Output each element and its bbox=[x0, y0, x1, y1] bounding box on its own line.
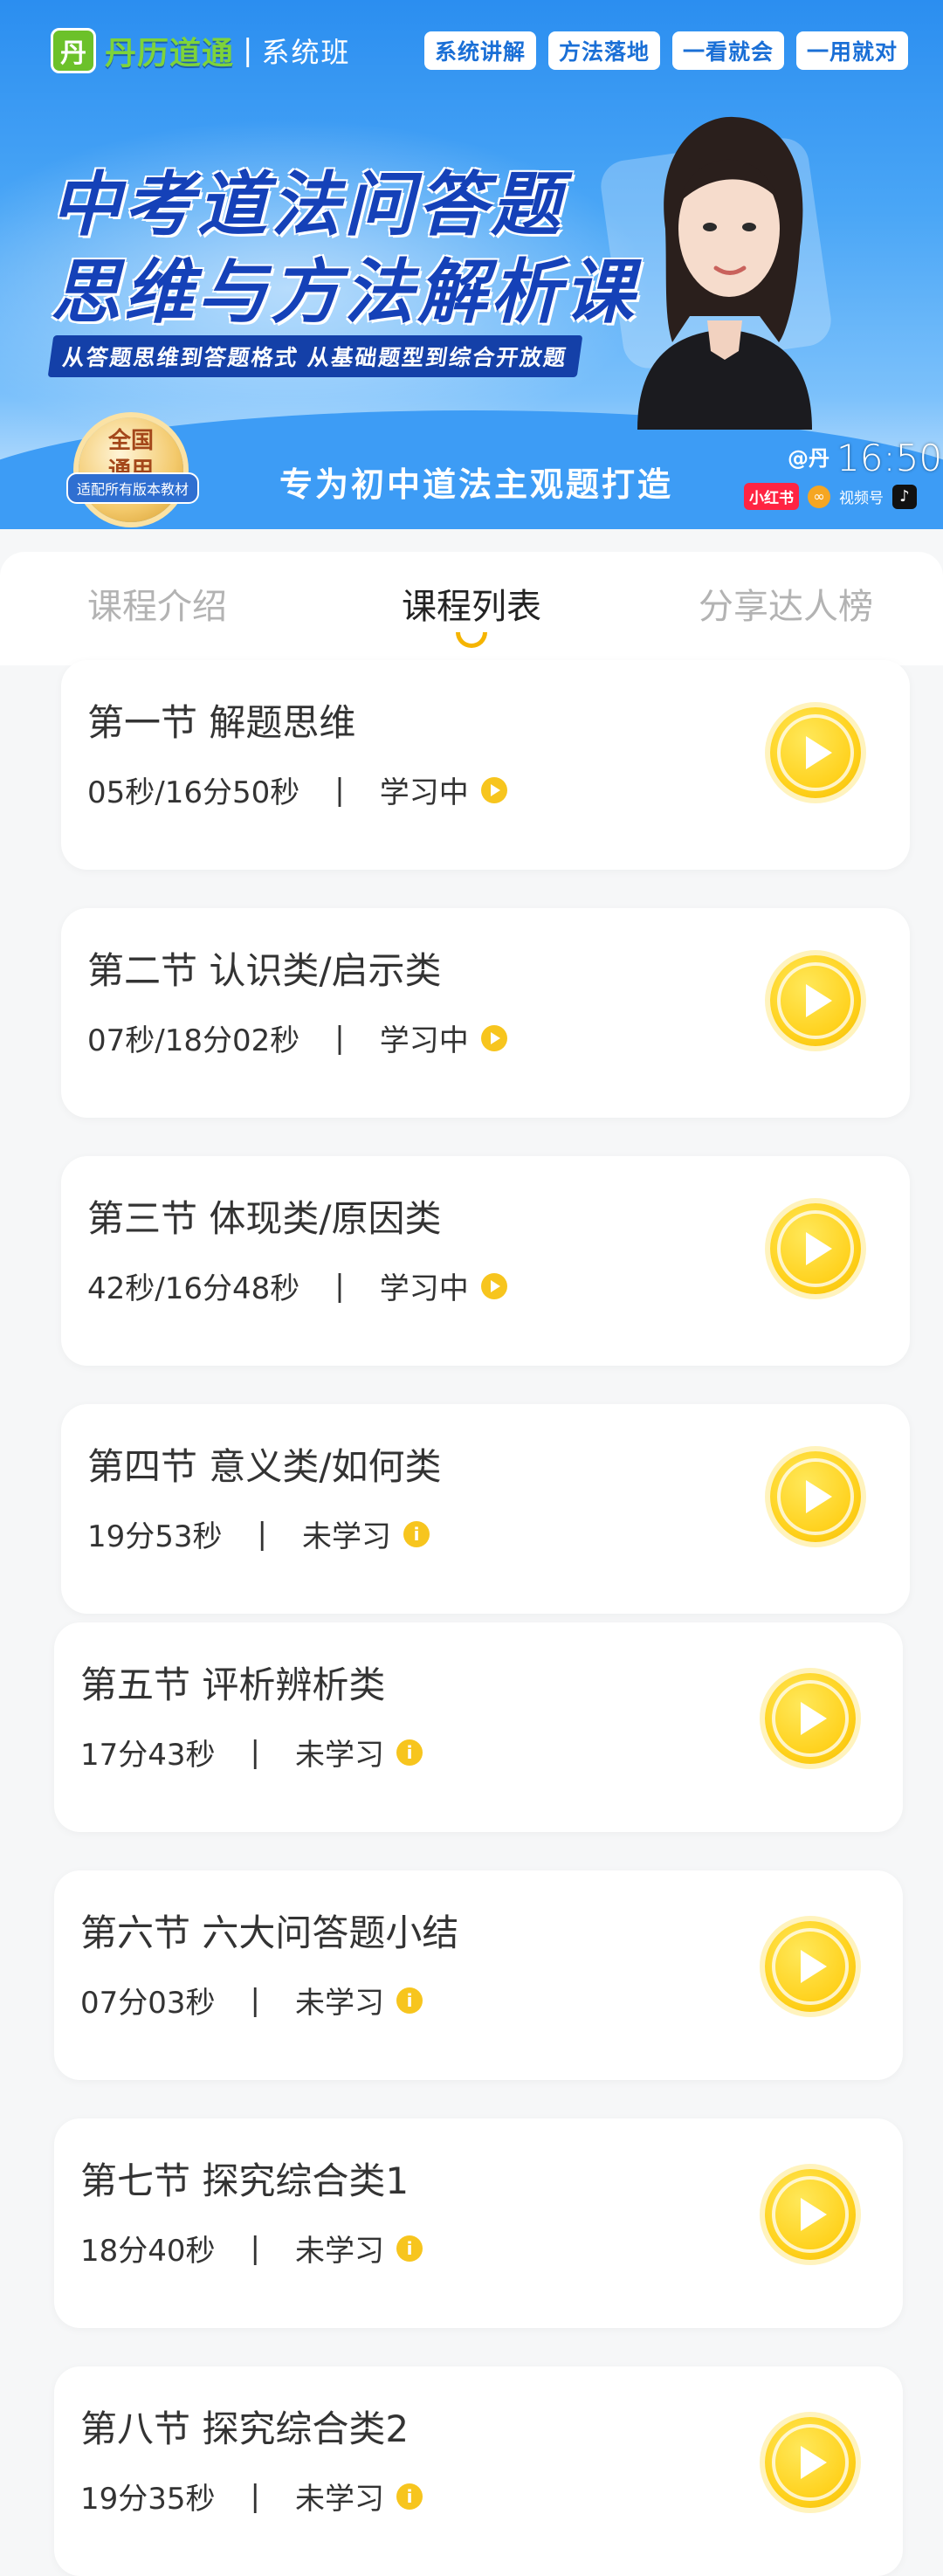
lesson-duration: 19分35秒 bbox=[80, 2482, 216, 2517]
lesson-status: 学习中 bbox=[379, 1023, 469, 1058]
play-icon bbox=[801, 2198, 827, 2231]
learning-status-icon bbox=[480, 1272, 507, 1299]
platform-badges: 小红书 ∞ 视频号 ♪ bbox=[744, 483, 917, 510]
lesson-card[interactable]: 第六节 六大问答题小结 07分03秒 | 未学习 i bbox=[54, 1870, 903, 2080]
tab-course-intro[interactable]: 课程介绍 bbox=[0, 552, 314, 665]
play-button[interactable] bbox=[765, 2417, 856, 2508]
lesson-status: 学习中 bbox=[379, 775, 469, 810]
meta-separator: | bbox=[250, 1734, 260, 1770]
play-button[interactable] bbox=[765, 1673, 856, 1764]
author-handle: @丹 bbox=[788, 446, 829, 471]
lesson-duration: 42秒/16分48秒 bbox=[87, 1271, 300, 1306]
lesson-card[interactable]: 第五节 评析辨析类 17分43秒 | 未学习 i bbox=[54, 1622, 903, 1832]
lesson-status: 未学习 bbox=[302, 1519, 391, 1554]
seal-ribbon: 适配所有版本教材 bbox=[66, 472, 200, 504]
banner-subtitle: 从答题思维到答题格式 从基础题型到综合开放题 bbox=[47, 335, 583, 377]
logo-text: 丹历道通 bbox=[105, 36, 235, 72]
logo-separator: | bbox=[243, 33, 253, 68]
video-channel-icon: ∞ bbox=[808, 485, 830, 508]
lesson-title: 第六节 六大问答题小结 bbox=[80, 1911, 459, 1954]
lesson-title: 第三节 体现类/原因类 bbox=[87, 1197, 442, 1240]
lesson-status: 未学习 bbox=[295, 2482, 384, 2517]
lesson-title: 第八节 探究综合类2 bbox=[80, 2407, 410, 2450]
lesson-duration: 05秒/16分50秒 bbox=[87, 775, 300, 810]
lesson-duration: 07分03秒 bbox=[80, 1986, 216, 2021]
course-tabs: 课程介绍 课程列表 分享达人榜 bbox=[0, 552, 943, 665]
learning-status-icon bbox=[480, 1024, 507, 1051]
play-icon bbox=[806, 1480, 832, 1513]
active-tab-indicator bbox=[456, 632, 487, 648]
play-button[interactable] bbox=[770, 707, 861, 798]
not-started-icon: i bbox=[396, 2483, 423, 2510]
logo-subtitle: 系统班 bbox=[261, 36, 351, 69]
lesson-card[interactable]: 第八节 探究综合类2 19分35秒 | 未学习 i bbox=[54, 2366, 903, 2576]
play-icon bbox=[801, 2446, 827, 2479]
feature-tag: 方法落地 bbox=[548, 31, 661, 70]
banner-slogan: 专为初中道法主观题打造 bbox=[279, 465, 674, 504]
not-started-icon: i bbox=[396, 2235, 423, 2262]
nationwide-seal: 全国 通用 bbox=[79, 417, 183, 522]
lesson-duration: 07秒/18分02秒 bbox=[87, 1023, 300, 1058]
logo-mark-icon: 丹 bbox=[51, 28, 96, 73]
meta-separator: | bbox=[334, 1020, 345, 1056]
lesson-status: 未学习 bbox=[295, 1738, 384, 1773]
meta-separator: | bbox=[334, 772, 345, 808]
feature-tag: 系统讲解 bbox=[424, 31, 537, 70]
presenter-portrait bbox=[637, 116, 812, 430]
play-button[interactable] bbox=[770, 1203, 861, 1294]
video-timestamp: 16:50 bbox=[836, 437, 943, 479]
lesson-title: 第二节 认识类/启示类 bbox=[87, 949, 442, 992]
meta-separator: | bbox=[250, 2230, 260, 2266]
learning-status-icon bbox=[480, 776, 507, 803]
play-icon bbox=[806, 984, 832, 1017]
play-icon bbox=[801, 1702, 827, 1735]
lesson-card[interactable]: 第一节 解题思维 05秒/16分50秒 | 学习中 bbox=[61, 660, 910, 870]
lesson-card[interactable]: 第七节 探究综合类1 18分40秒 | 未学习 i bbox=[54, 2118, 903, 2328]
play-button[interactable] bbox=[770, 955, 861, 1046]
feature-tag: 一用就对 bbox=[796, 31, 909, 70]
play-button[interactable] bbox=[770, 1451, 861, 1542]
play-icon bbox=[806, 736, 832, 769]
lesson-card[interactable]: 第四节 意义类/如何类 19分53秒 | 未学习 i bbox=[61, 1404, 910, 1614]
play-icon bbox=[806, 1232, 832, 1265]
lesson-status: 未学习 bbox=[295, 2234, 384, 2269]
tab-label: 分享达人榜 bbox=[699, 587, 873, 627]
meta-separator: | bbox=[257, 1516, 267, 1552]
lesson-title: 第四节 意义类/如何类 bbox=[87, 1445, 442, 1488]
play-button[interactable] bbox=[765, 1921, 856, 2012]
seal-line1: 全国 bbox=[107, 428, 154, 454]
not-started-icon: i bbox=[403, 1520, 430, 1547]
meta-separator: | bbox=[250, 2478, 260, 2514]
meta-separator: | bbox=[334, 1268, 345, 1304]
meta-separator: | bbox=[250, 1982, 260, 2018]
xiaohongshu-badge: 小红书 bbox=[744, 483, 799, 510]
lesson-duration: 17分43秒 bbox=[80, 1738, 216, 1773]
lesson-card[interactable]: 第三节 体现类/原因类 42秒/16分48秒 | 学习中 bbox=[61, 1156, 910, 1366]
tab-share-ranking[interactable]: 分享达人榜 bbox=[629, 552, 943, 665]
lesson-title: 第一节 解题思维 bbox=[87, 701, 356, 744]
banner-title-line1: 中考道法问答题 bbox=[51, 164, 564, 245]
play-icon bbox=[801, 1950, 827, 1983]
lesson-title: 第七节 探究综合类1 bbox=[80, 2159, 410, 2202]
tab-course-list[interactable]: 课程列表 bbox=[314, 552, 629, 665]
lesson-card[interactable]: 第二节 认识类/启示类 07秒/18分02秒 | 学习中 bbox=[61, 908, 910, 1118]
banner-title-line2: 思维与方法解析课 bbox=[51, 251, 637, 333]
brand-logo: 丹 丹历道通 | 系统班 bbox=[51, 28, 351, 73]
tab-label: 课程介绍 bbox=[87, 587, 227, 627]
course-banner: 丹 丹历道通 | 系统班 系统讲解 方法落地 一看就会 一用就对 中考道法问答题… bbox=[0, 0, 943, 529]
lesson-duration: 18分40秒 bbox=[80, 2234, 216, 2269]
lesson-status: 未学习 bbox=[295, 1986, 384, 2021]
video-channel-label: 视频号 bbox=[839, 490, 884, 507]
not-started-icon: i bbox=[396, 1987, 423, 2014]
not-started-icon: i bbox=[396, 1739, 423, 1766]
lesson-duration: 19分53秒 bbox=[87, 1519, 223, 1554]
tiktok-icon: ♪ bbox=[892, 484, 917, 509]
play-button[interactable] bbox=[765, 2169, 856, 2260]
tab-label: 课程列表 bbox=[402, 587, 541, 627]
lesson-status: 学习中 bbox=[379, 1271, 469, 1306]
feature-tag: 一看就会 bbox=[672, 31, 785, 70]
feature-tags: 系统讲解 方法落地 一看就会 一用就对 bbox=[424, 31, 909, 70]
lesson-title: 第五节 评析辨析类 bbox=[80, 1663, 386, 1706]
